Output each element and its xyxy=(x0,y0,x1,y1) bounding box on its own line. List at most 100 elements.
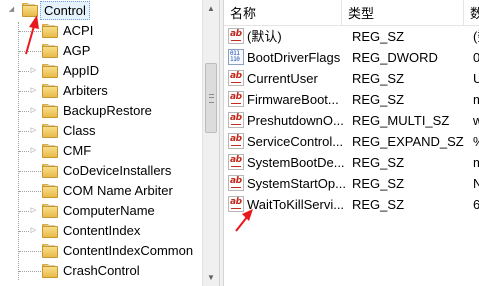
column-header-name[interactable]: 名称 xyxy=(224,0,342,25)
list-row[interactable]: ab WaitToKillServi... REG_SZ 6 xyxy=(224,194,479,215)
tree-item[interactable]: AGP xyxy=(0,41,200,61)
value-data: U xyxy=(473,71,479,86)
tree-connector xyxy=(19,211,29,212)
value-type: REG_EXPAND_SZ xyxy=(352,134,464,149)
value-name: SystemStartOp... xyxy=(247,176,345,191)
tree-item-label: CoDeviceInstallers xyxy=(63,163,172,178)
list-row[interactable]: ab FirmwareBoot... REG_SZ m xyxy=(224,89,479,110)
tree-item-label: CMF xyxy=(63,143,92,158)
tree-connector xyxy=(19,51,41,52)
tree-item[interactable]: ▷ Arbiters xyxy=(0,81,200,101)
value-data: m xyxy=(473,155,479,170)
folder-open-icon xyxy=(22,2,38,17)
string-value-icon: ab xyxy=(228,133,244,149)
folder-icon xyxy=(42,203,58,218)
tree-item[interactable]: ContentIndexCommon xyxy=(0,241,200,261)
value-type: REG_SZ xyxy=(352,92,405,107)
string-value-icon: ab xyxy=(228,91,244,107)
tree-item-label: ComputerName xyxy=(63,203,155,218)
registry-tree[interactable]: ◢ Control ACPI AGP ▷ AppID ▷ Arbiters ▷ BackupR… xyxy=(0,0,202,286)
value-data: 0x xyxy=(473,50,479,65)
collapse-arrow-icon[interactable]: ◢ xyxy=(8,6,15,14)
column-header-type[interactable]: 类型 xyxy=(342,0,464,25)
string-value-icon: ab xyxy=(228,28,244,44)
string-value-icon: ab xyxy=(228,112,244,128)
value-type: REG_SZ xyxy=(352,197,405,212)
tree-item[interactable]: CoDeviceInstallers xyxy=(0,161,200,181)
tree-item-label: ContentIndex xyxy=(63,223,141,238)
column-header-data[interactable]: 数 xyxy=(464,0,479,25)
folder-icon xyxy=(42,143,58,158)
tree-connector xyxy=(19,131,29,132)
tree-item-label: Arbiters xyxy=(63,83,108,98)
expand-arrow-icon[interactable]: ▷ xyxy=(30,107,37,115)
value-name: CurrentUser xyxy=(247,71,318,86)
value-type: REG_SZ xyxy=(352,176,405,191)
value-type: REG_SZ xyxy=(352,29,405,44)
value-data: N xyxy=(473,176,479,191)
string-value-icon: ab xyxy=(228,70,244,86)
list-row[interactable]: ab CurrentUser REG_SZ U xyxy=(224,68,479,89)
scroll-down-arrow-icon[interactable]: ▼ xyxy=(203,269,219,286)
list-row[interactable]: ab SystemBootDe... REG_SZ m xyxy=(224,152,479,173)
tree-item[interactable]: ▷ AppID xyxy=(0,61,200,81)
scrollbar-thumb[interactable] xyxy=(205,63,217,133)
folder-icon xyxy=(42,263,58,278)
tree-item-label: BackupRestore xyxy=(63,103,152,118)
tree-item-label: ACPI xyxy=(63,23,94,38)
expand-arrow-icon[interactable]: ▷ xyxy=(30,67,37,75)
expand-arrow-icon[interactable]: ▷ xyxy=(30,87,37,95)
tree-connector xyxy=(19,31,41,32)
value-type: REG_MULTI_SZ xyxy=(352,113,450,128)
value-name: SystemBootDe... xyxy=(247,155,345,170)
tree-item-label: Control xyxy=(40,1,90,20)
string-value-icon: ab xyxy=(228,175,244,191)
tree-scrollbar[interactable]: ▲ ▼ xyxy=(202,0,219,286)
value-name: FirmwareBoot... xyxy=(247,92,339,107)
folder-icon xyxy=(42,183,58,198)
tree-item[interactable]: ▷ Class xyxy=(0,121,200,141)
value-name: PreshutdownO... xyxy=(247,113,344,128)
list-row[interactable]: ab(默认) REG_SZ (数 xyxy=(224,26,479,47)
tree-item[interactable]: ▷ CMF xyxy=(0,141,200,161)
list-row[interactable]: ab SystemStartOp... REG_SZ N xyxy=(224,173,479,194)
folder-icon xyxy=(42,103,58,118)
value-name: (默认) xyxy=(247,29,282,44)
tree-connector xyxy=(19,171,41,172)
expand-arrow-icon[interactable]: ▷ xyxy=(30,127,37,135)
tree-item-label: AGP xyxy=(63,43,91,58)
expand-arrow-icon[interactable]: ▷ xyxy=(30,207,37,215)
tree-connector xyxy=(19,111,29,112)
folder-icon xyxy=(42,223,58,238)
binary-value-icon: 011 110 xyxy=(228,49,244,65)
value-type: REG_SZ xyxy=(352,155,405,170)
folder-icon xyxy=(42,243,58,258)
tree-connector xyxy=(19,271,41,272)
tree-item[interactable]: COM Name Arbiter xyxy=(0,181,200,201)
tree-item[interactable]: CrashControl xyxy=(0,261,200,281)
folder-icon xyxy=(42,43,58,58)
tree-item[interactable]: ▷ ContentIndex xyxy=(0,221,200,241)
tree-item[interactable]: ▷ ComputerName xyxy=(0,201,200,221)
value-data: w xyxy=(473,113,479,128)
folder-icon xyxy=(42,23,58,38)
tree-item[interactable]: ▷ BackupRestore xyxy=(0,101,200,121)
expand-arrow-icon[interactable]: ▷ xyxy=(30,147,37,155)
registry-values-list[interactable]: 名称 类型 数 ab(默认)REG_SZ(数011 110BootDriverF… xyxy=(224,0,479,286)
list-row[interactable]: abServiceControl... REG_EXPAND_SZ% xyxy=(224,131,479,152)
list-row[interactable]: 011 110BootDriverFlags REG_DWORD 0x xyxy=(224,47,479,68)
tree-item[interactable]: ACPI xyxy=(0,21,200,41)
list-row[interactable]: ab PreshutdownO... REG_MULTI_SZ w xyxy=(224,110,479,131)
tree-item-control[interactable]: ◢ Control xyxy=(0,0,200,20)
folder-icon xyxy=(42,123,58,138)
folder-icon xyxy=(42,163,58,178)
value-name: WaitToKillServi... xyxy=(247,197,345,212)
folder-icon xyxy=(42,63,58,78)
tree-connector xyxy=(19,71,29,72)
list-header: 名称 类型 数 xyxy=(224,0,479,26)
value-name: ServiceControl... xyxy=(247,134,344,149)
value-data: % xyxy=(473,131,479,152)
tree-item-label: COM Name Arbiter xyxy=(63,183,173,198)
scroll-up-arrow-icon[interactable]: ▲ xyxy=(203,0,219,17)
expand-arrow-icon[interactable]: ▷ xyxy=(30,227,37,235)
